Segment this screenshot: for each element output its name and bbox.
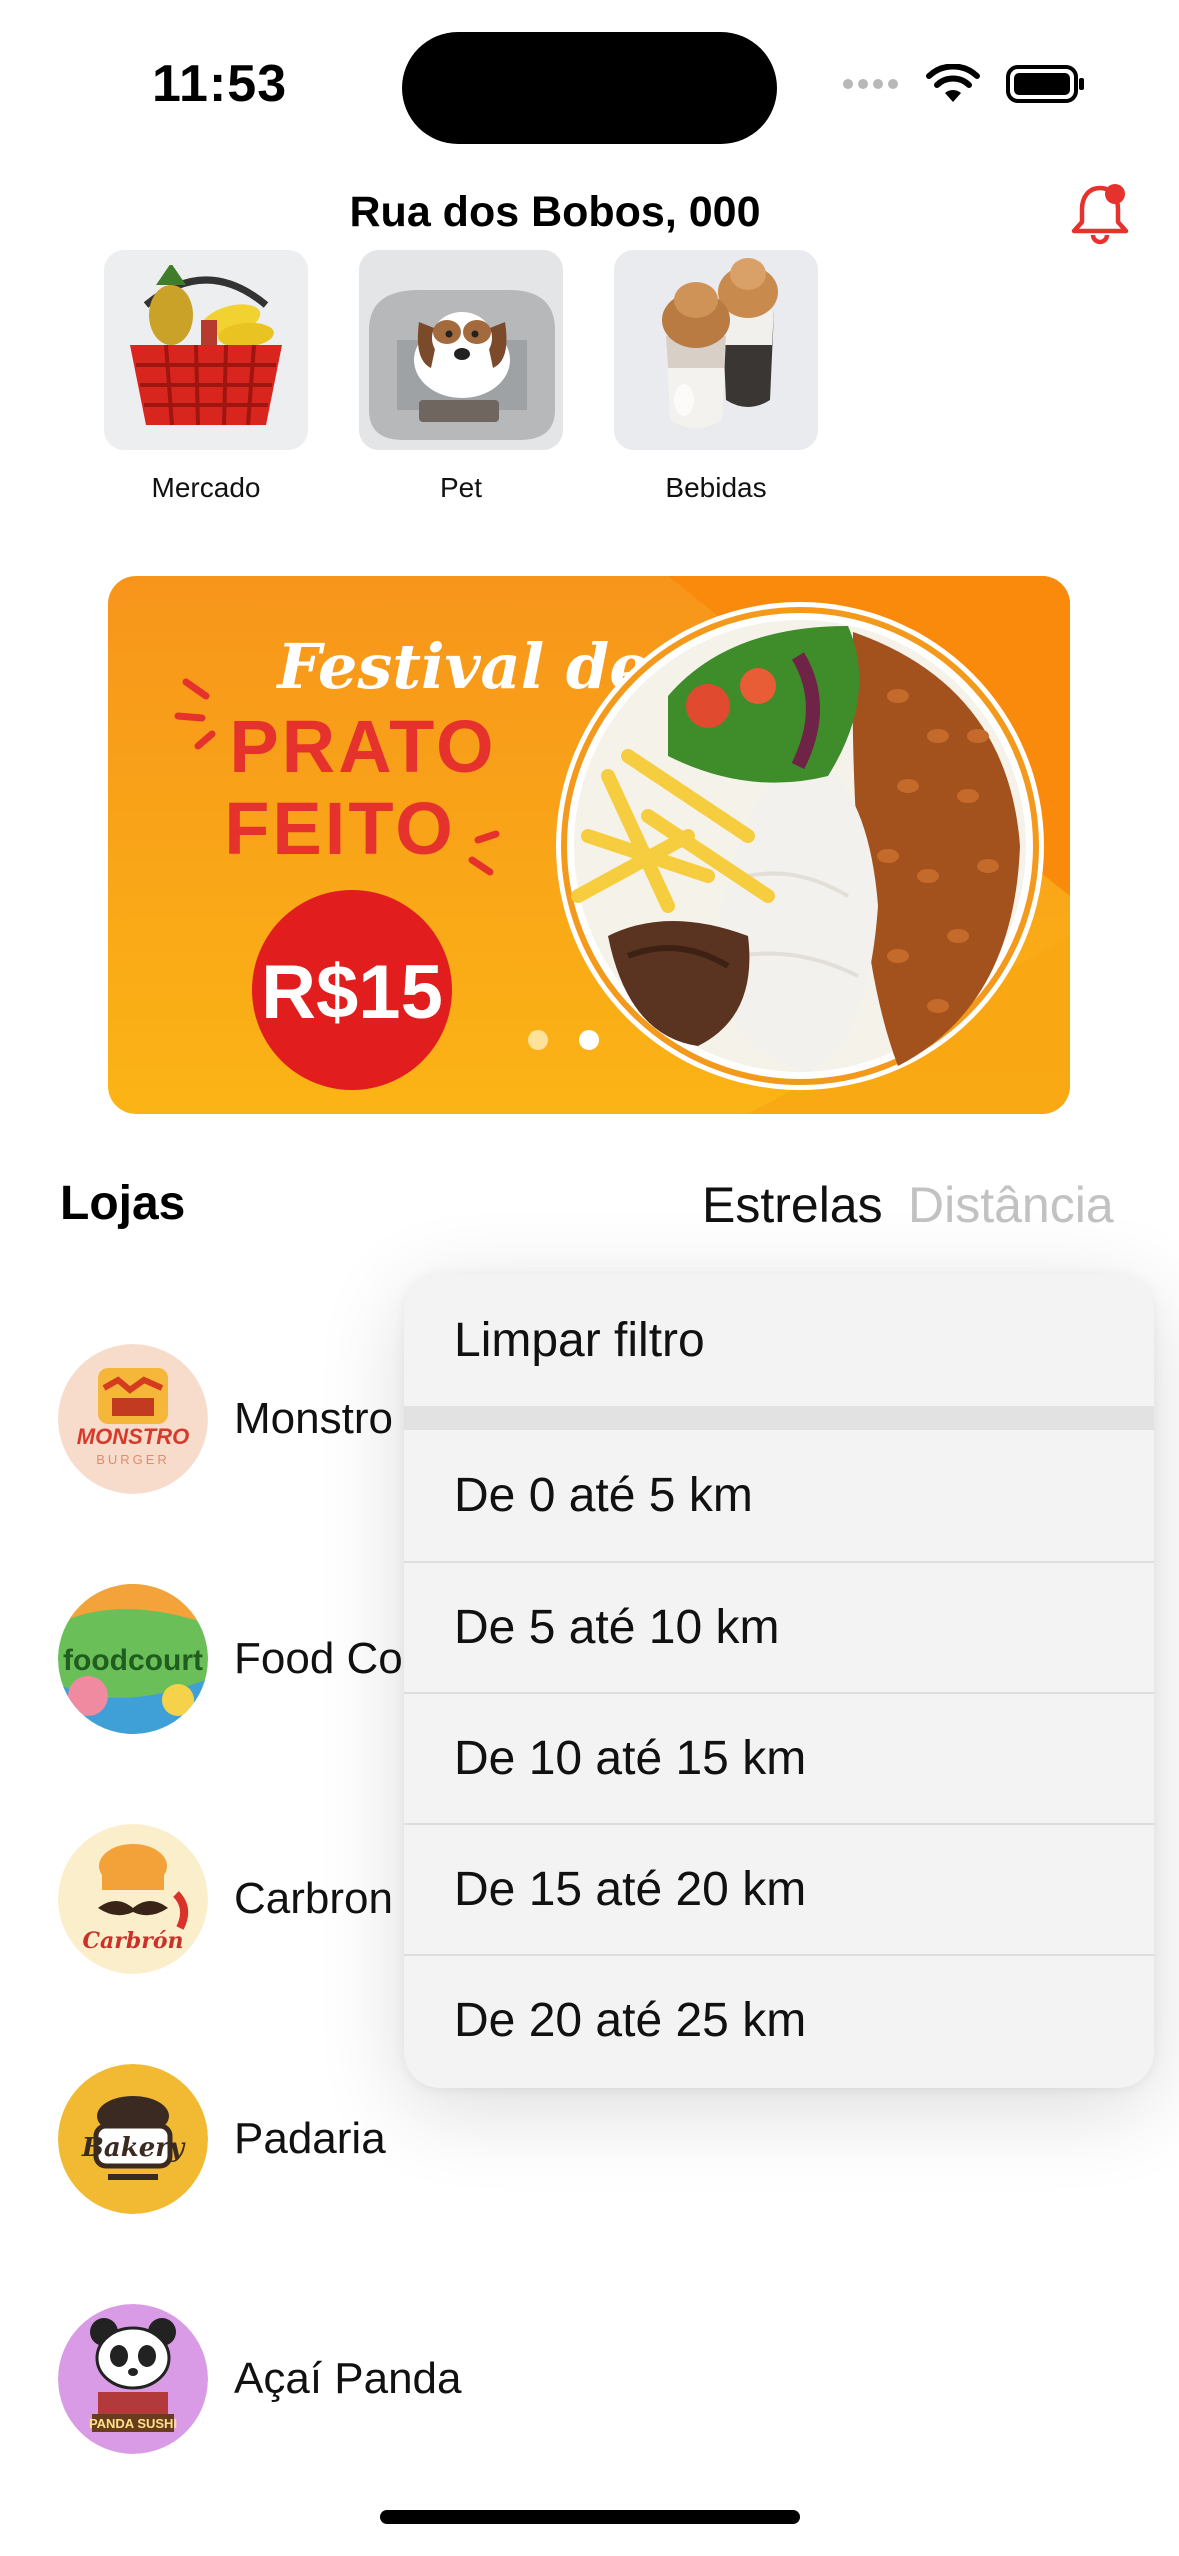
- notification-bell-icon[interactable]: [1064, 178, 1136, 250]
- banner-price: R$15: [261, 950, 443, 1035]
- store-name: Monstro: [234, 1394, 393, 1443]
- logo-text: PANDA SUSHI: [89, 2416, 177, 2431]
- stores-section-title: Lojas: [60, 1177, 186, 1230]
- store-name: Carbron: [234, 1874, 393, 1923]
- distance-filter-menu: Limpar filtro De 0 até 5 km De 5 até 10 …: [404, 1274, 1154, 2088]
- store-logo-foodcourt: foodcourt: [58, 1584, 208, 1734]
- delivery-address[interactable]: Rua dos Bobos, 000: [0, 188, 1110, 237]
- store-name: Padaria: [234, 2114, 386, 2163]
- store-logo-monstro: MONSTRO BURGER: [58, 1344, 208, 1494]
- sort-by-distance-tab[interactable]: Distância: [908, 1176, 1114, 1234]
- menu-item-15-20km[interactable]: De 15 até 20 km: [404, 1823, 1154, 1954]
- wifi-icon: [926, 64, 980, 102]
- dog-bed-image: [359, 250, 563, 450]
- category-pet[interactable]: Pet: [359, 250, 563, 504]
- menu-item-0-5km[interactable]: De 0 até 5 km: [404, 1430, 1154, 1561]
- menu-item-10-15km[interactable]: De 10 até 15 km: [404, 1692, 1154, 1823]
- home-indicator[interactable]: [380, 2510, 800, 2524]
- dynamic-island: [402, 32, 777, 144]
- menu-section-separator: [404, 1406, 1154, 1430]
- banner-line2: PRATO: [229, 705, 496, 788]
- logo-text: foodcourt: [63, 1644, 203, 1677]
- store-name: Açaí Panda: [234, 2354, 462, 2403]
- category-bebidas[interactable]: Bebidas: [614, 250, 818, 504]
- store-logo-padaria: Bakery: [58, 2064, 208, 2214]
- menu-item-5-10km[interactable]: De 5 até 10 km: [404, 1561, 1154, 1692]
- store-item-acai-panda[interactable]: PANDA SUSHI Açaí Panda: [58, 2304, 758, 2454]
- logo-subtext: BURGER: [96, 1452, 170, 1467]
- store-logo-acai-panda: PANDA SUSHI: [58, 2304, 208, 2454]
- cellular-signal-icon: [843, 79, 898, 89]
- menu-item-20-25km[interactable]: De 20 até 25 km: [404, 1954, 1154, 2085]
- banner-line3: FEITO: [224, 787, 456, 870]
- menu-item-clear-filter[interactable]: Limpar filtro: [404, 1274, 1154, 1406]
- shopping-basket-image: [104, 250, 308, 450]
- store-name: Food Co: [234, 1634, 403, 1683]
- promo-banner[interactable]: Festival de PRATO FEITO R$15: [108, 576, 1070, 1114]
- sort-by-stars-tab[interactable]: Estrelas: [702, 1176, 883, 1234]
- category-label: Bebidas: [665, 472, 767, 503]
- logo-text: Carbrón: [83, 1928, 184, 1954]
- page-dot-2-active[interactable]: [579, 1030, 599, 1050]
- category-label: Mercado: [151, 472, 261, 503]
- page-dot-1[interactable]: [528, 1030, 548, 1050]
- battery-icon: [1006, 65, 1084, 103]
- banner-line1: Festival de: [275, 630, 648, 703]
- logo-text: MONSTRO: [77, 1424, 189, 1449]
- category-mercado[interactable]: Mercado: [104, 250, 308, 504]
- status-time: 11:53: [152, 55, 288, 113]
- store-logo-carbron: Carbrón: [58, 1824, 208, 1974]
- logo-text: Bakery: [81, 2133, 186, 2163]
- coffee-drinks-image: [614, 250, 818, 450]
- category-label: Pet: [439, 472, 483, 503]
- status-icons: [842, 64, 1086, 104]
